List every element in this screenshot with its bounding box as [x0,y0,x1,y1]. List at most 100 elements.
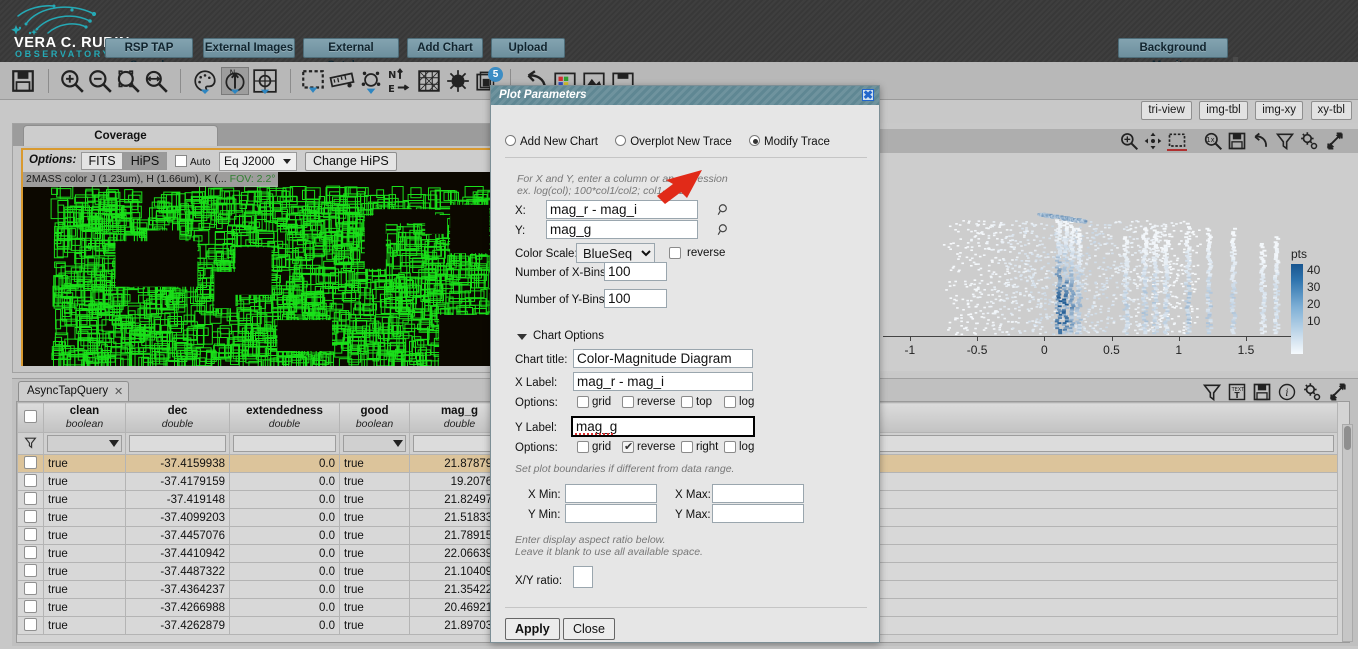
column-header-clean[interactable]: clean boolean [43,402,126,433]
table-filter-icon[interactable] [1202,382,1222,402]
save-icon[interactable] [10,68,36,94]
x-column-search-icon[interactable] [717,203,731,217]
radio-overplot-new-trace-dot[interactable] [615,135,627,146]
tab-coverage[interactable]: Coverage [23,125,218,146]
row-checkbox[interactable] [24,509,37,523]
filter-select-clean[interactable] [47,435,122,452]
y-expression-input[interactable] [546,220,698,239]
view-tab-tri-view[interactable]: tri-view [1141,101,1192,120]
filter-cell-good[interactable] [339,432,410,455]
chart-pan-icon[interactable] [1143,131,1163,151]
filter-cell-clean[interactable] [43,432,126,455]
chart-zoom-reset-icon[interactable]: 1x [1203,131,1223,151]
select-all-checkbox[interactable] [24,409,37,423]
view-tab-xy-tbl[interactable]: xy-tbl [1310,101,1352,120]
row-select-cell[interactable] [17,490,44,509]
crosshair-target-icon[interactable] [252,68,278,94]
table-settings-icon[interactable] [1302,382,1322,402]
chart-expand-icon[interactable] [1325,131,1345,151]
nav-upload[interactable]: Upload [491,38,565,58]
row-select-cell[interactable] [17,616,44,635]
filter-cell-dec[interactable] [125,432,230,455]
change-hips-button[interactable]: Change HiPS [305,152,397,171]
chart-zoom-icon[interactable] [1119,131,1139,151]
column-header-good[interactable]: good boolean [339,402,410,433]
table-expand-icon[interactable] [1328,382,1348,402]
row-checkbox[interactable] [24,581,37,595]
row-select-cell[interactable] [17,580,44,599]
x-expression-input[interactable] [546,200,698,219]
filter-icon-cell[interactable] [17,432,44,455]
dialog-close-icon[interactable]: ✖ [862,89,874,101]
column-header-dec[interactable]: dec double [125,402,230,433]
dialog-titlebar[interactable]: Plot Parameters ✖ [491,86,879,105]
color-scale-select[interactable]: BlueSeq [576,243,655,263]
chart-filter-icon[interactable] [1275,131,1295,151]
row-checkbox[interactable] [24,455,37,469]
table-info-icon[interactable]: i [1277,382,1297,402]
table-save-icon[interactable] [1252,382,1272,402]
x-max-input[interactable] [712,484,804,503]
x-option-grid-checkbox[interactable] [577,396,589,408]
color-scale-reverse-checkbox[interactable] [669,247,681,259]
y-option-log-checkbox[interactable] [724,441,736,453]
filter-icon[interactable] [24,436,37,449]
nav-external-catalogs[interactable]: External Catalogs [303,38,399,72]
table-vertical-scrollbar[interactable] [1342,424,1353,642]
y-column-search-icon[interactable] [717,223,731,237]
filter-cell-extendedness[interactable] [229,432,340,455]
chart-save-icon[interactable] [1227,131,1247,151]
chart-title-input[interactable] [573,349,753,368]
row-select-cell[interactable] [17,598,44,617]
apply-button[interactable]: Apply [505,618,560,640]
radio-modify-trace-dot[interactable] [749,135,761,146]
select-region-icon[interactable] [300,68,326,94]
view-tab-img-tbl[interactable]: img-tbl [1199,101,1248,120]
row-checkbox[interactable] [24,617,37,631]
x-axis-label-input[interactable] [573,372,753,391]
x-min-input[interactable] [565,484,657,503]
row-checkbox[interactable] [24,545,37,559]
nav-add-chart[interactable]: Add Chart [407,38,483,58]
table-scrollbar-thumb[interactable] [1344,426,1351,450]
select-all-header[interactable] [17,402,44,433]
column-header-extendedness[interactable]: extendedness double [229,402,340,433]
filter-input-extendedness[interactable] [233,435,336,452]
radio-overplot-new-trace[interactable]: Overplot New Trace [615,135,732,148]
x-option-log-checkbox[interactable] [724,396,736,408]
x-option-top-checkbox[interactable] [681,396,693,408]
grid-overlay-icon[interactable] [416,68,442,94]
north-arrow-icon[interactable]: N [222,68,248,94]
tab-async-tap-query[interactable]: AsyncTapQuery ✕ [18,381,130,402]
x-bins-input[interactable] [604,262,667,281]
radio-add-new-chart-dot[interactable] [505,135,516,146]
row-select-cell[interactable] [17,562,44,581]
zoom-out-icon[interactable] [87,68,113,94]
coverage-mode-fits[interactable]: FITS [81,152,123,170]
background-monitor-button[interactable]: Background Monitor [1118,38,1228,72]
y-bins-input[interactable] [604,289,667,308]
row-checkbox[interactable] [24,599,37,613]
row-select-cell[interactable] [17,526,44,545]
zoom-in-icon[interactable] [59,68,85,94]
measure-distance-icon[interactable] [329,68,355,94]
chart-undo-icon[interactable] [1251,131,1271,151]
nav-rsp-tap-search[interactable]: RSP TAP Search [105,38,193,72]
select-sources-icon[interactable] [358,68,384,94]
row-select-cell[interactable] [17,454,44,473]
nav-external-images[interactable]: External Images [203,38,295,58]
row-select-cell[interactable] [17,472,44,491]
y-option-right-checkbox[interactable] [681,441,693,453]
close-icon[interactable]: ✕ [114,383,123,402]
coverage-auto-checkbox[interactable] [175,155,187,167]
y-option-reverse-checkbox[interactable] [622,440,634,453]
radio-modify-trace[interactable]: Modify Trace [749,135,830,148]
coordinate-system-select[interactable]: Eq J2000 [219,152,297,171]
view-tab-img-xy[interactable]: img-xy [1255,101,1304,120]
y-max-input[interactable] [712,504,804,523]
color-palette-icon[interactable] [192,68,218,94]
y-option-grid-checkbox[interactable] [577,441,589,453]
filter-input-dec[interactable] [129,435,226,452]
radio-add-new-chart[interactable]: Add New Chart [505,135,598,148]
north-east-compass-icon[interactable]: N E [387,68,413,94]
